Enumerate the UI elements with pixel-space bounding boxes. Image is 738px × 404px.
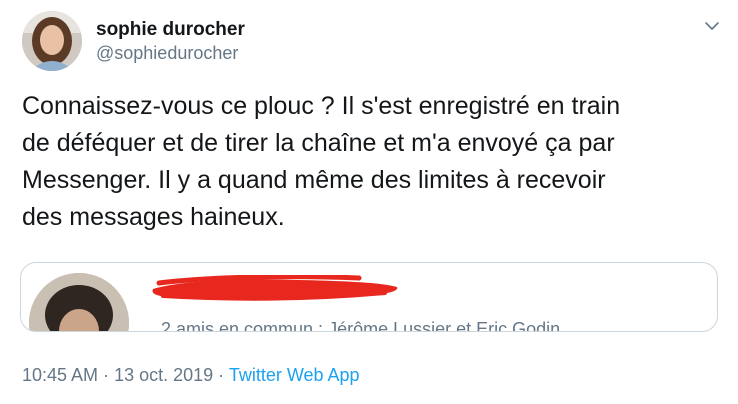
tweet-date[interactable]: 13 oct. 2019 [114, 365, 213, 385]
separator: · [213, 365, 229, 385]
tweet-metadata: 10:45 AM · 13 oct. 2019 · Twitter Web Ap… [22, 365, 360, 386]
redaction-mark [152, 275, 398, 301]
mutual-friends-text: 2 amis en commun : Jérôme Lussier et Eri… [161, 319, 561, 332]
author-avatar[interactable] [22, 11, 82, 71]
chevron-down-icon[interactable] [704, 18, 720, 34]
tweet-text-line: Connaissez-vous ce plouc ? Il s'est enre… [22, 92, 621, 120]
tweet-text-line: des messages haineux. [22, 203, 285, 231]
embedded-profile-card[interactable]: 2 amis en commun : Jérôme Lussier et Eri… [20, 262, 718, 332]
card-profile-photo [29, 273, 129, 331]
separator: · [98, 365, 115, 385]
tweet-text-line: Messenger. Il y a quand même des limites… [22, 166, 606, 194]
tweet-source-link[interactable]: Twitter Web App [229, 365, 360, 385]
author-display-name[interactable]: sophie durocher [96, 19, 245, 41]
tweet-text-line: de déféquer et de tirer la chaîne et m'a… [22, 129, 615, 157]
author-handle[interactable]: @sophiedurocher [96, 43, 238, 64]
tweet-time[interactable]: 10:45 AM [22, 365, 98, 385]
tweet-text: Connaissez-vous ce plouc ? Il s'est enre… [22, 88, 722, 236]
